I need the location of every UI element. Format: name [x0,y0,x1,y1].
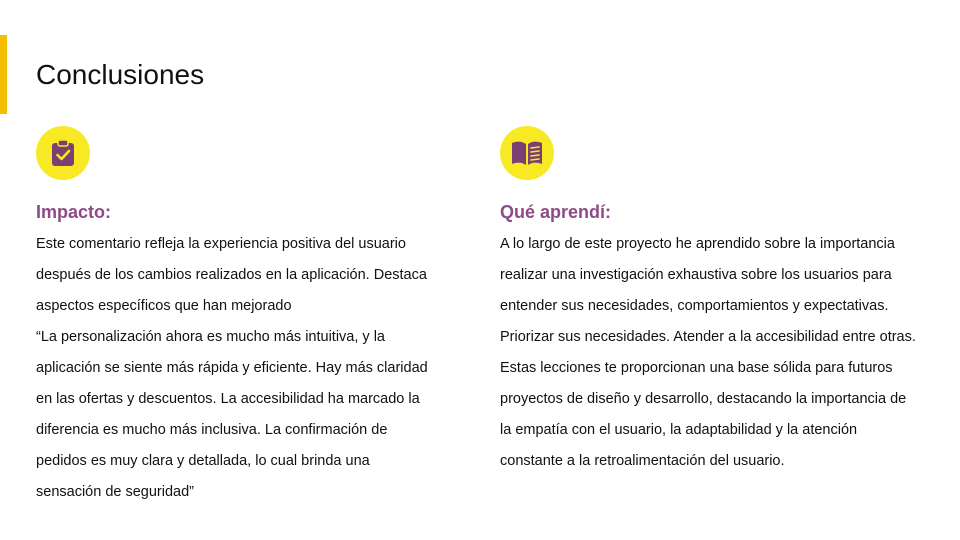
impact-heading: Impacto: [36,202,112,222]
impact-column: Impacto: Este comentario refleja la expe… [36,126,466,508]
open-book-icon [500,126,554,180]
slide: Conclusiones Impacto: Este comentario re… [0,0,960,540]
learnings-text: A lo largo de este proyecto he aprendido… [500,236,916,469]
learnings-heading: Qué aprendí: [500,202,612,222]
learnings-column: Qué aprendí: A lo largo de este proyecto… [500,126,955,477]
clipboard-check-icon [36,126,90,180]
slide-title: Conclusiones [36,59,205,90]
accent-bar [0,35,7,114]
impact-text: Este comentario refleja la experiencia p… [36,236,428,500]
